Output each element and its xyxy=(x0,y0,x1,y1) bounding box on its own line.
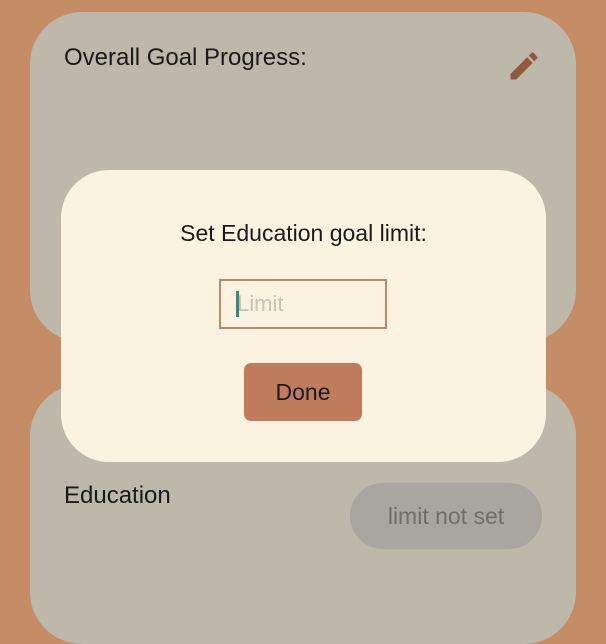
pencil-icon xyxy=(510,52,538,80)
dialog-title: Set Education goal limit: xyxy=(180,220,427,246)
text-caret xyxy=(236,291,239,317)
limit-status-button[interactable]: limit not set xyxy=(350,483,542,549)
edit-button[interactable] xyxy=(506,48,542,84)
limit-input[interactable] xyxy=(219,279,387,329)
done-button[interactable]: Done xyxy=(244,363,362,421)
overall-progress-title: Overall Goal Progress: xyxy=(64,44,307,71)
goal-label-education: Education xyxy=(64,482,171,509)
goal-limit-dialog: Set Education goal limit: Done xyxy=(61,170,546,462)
